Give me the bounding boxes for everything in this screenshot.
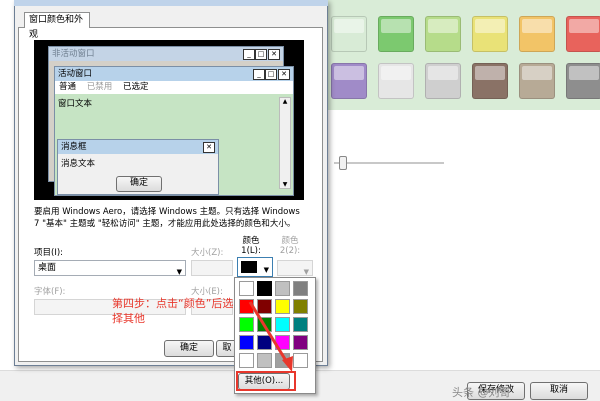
scrollbar: ▲ ▼: [279, 97, 291, 189]
maximize-icon: □: [265, 69, 277, 80]
window-text: 窗口文本: [58, 99, 93, 109]
menu-bar: 普通 已禁用 已选定: [55, 81, 293, 94]
color1-label: 颜色 1(L):: [241, 236, 261, 256]
size-label: 大小(Z):: [191, 248, 224, 258]
color-swatch[interactable]: [566, 63, 600, 99]
color-swatch[interactable]: [519, 16, 555, 52]
item-value: 桌面: [38, 263, 57, 273]
message-box-title: 消息框: [58, 140, 218, 154]
message-box: 消息框 ✕ 消息文本 确定: [57, 139, 219, 195]
item-label: 项目(I):: [34, 248, 64, 258]
menu-item-selected: 已选定: [122, 82, 149, 92]
watermark: 头条 @刘哥: [452, 386, 511, 399]
close-icon: ✕: [268, 49, 280, 60]
tab-window-color[interactable]: 窗口颜色和外观: [24, 12, 90, 40]
intensity-slider-thumb[interactable]: [339, 156, 347, 170]
menu-item-disabled: 已禁用: [86, 82, 113, 92]
minimize-icon: _: [253, 69, 265, 80]
palette-color-cell[interactable]: [239, 281, 254, 296]
item-dropdown[interactable]: 桌面 ▼: [34, 260, 186, 276]
palette-color-cell[interactable]: [293, 281, 308, 296]
close-icon: ✕: [203, 142, 215, 153]
minimize-icon: _: [243, 49, 255, 60]
color-swatch[interactable]: [331, 16, 367, 52]
color-swatch[interactable]: [519, 63, 555, 99]
intensity-slider-track[interactable]: [334, 162, 444, 164]
chevron-down-icon: ▼: [176, 268, 182, 276]
color1-swatch: [241, 261, 257, 273]
maximize-icon: □: [255, 49, 267, 60]
color-swatch[interactable]: [566, 16, 600, 52]
color-swatch[interactable]: [331, 63, 367, 99]
step-annotation: 第四步：点击“颜色”后选择其他: [112, 297, 234, 325]
palette-color-cell[interactable]: [275, 281, 290, 296]
color-swatch[interactable]: [378, 16, 414, 52]
message-text: 消息文本: [61, 159, 96, 169]
annotation-arrow: [248, 301, 293, 372]
active-window: 活动窗口 _ □ ✕ 普通 已禁用 已选定 窗口文本 ▲ ▼ 消息框 ✕ 消息文本…: [54, 66, 294, 196]
preview-area: 非活动窗口 _ □ ✕ 活动窗口 _ □ ✕ 普通 已禁用 已选定 窗口文本 ▲…: [34, 40, 304, 200]
dialog-title-strip: [14, 0, 328, 6]
chevron-down-icon: ▼: [263, 266, 269, 274]
color-swatch[interactable]: [425, 63, 461, 99]
aero-description: 要启用 Windows Aero，请选择 Windows 主题。只有选择 Win…: [34, 207, 300, 229]
color2-label: 颜色 2(2):: [279, 236, 301, 256]
color-swatch[interactable]: [378, 63, 414, 99]
color2-button: ▼: [277, 260, 313, 276]
color-swatch[interactable]: [425, 16, 461, 52]
preview-ok-button: 确定: [116, 176, 162, 192]
close-icon: ✕: [278, 69, 290, 80]
color1-button[interactable]: ▼: [237, 257, 273, 277]
color-swatch[interactable]: [472, 16, 508, 52]
ok-button[interactable]: 确定: [164, 340, 214, 357]
color-swatch[interactable]: [472, 63, 508, 99]
size-stepper: [191, 260, 233, 276]
menu-item-normal: 普通: [59, 82, 77, 92]
font-label: 字体(F):: [34, 287, 66, 297]
palette-color-cell[interactable]: [256, 280, 273, 297]
